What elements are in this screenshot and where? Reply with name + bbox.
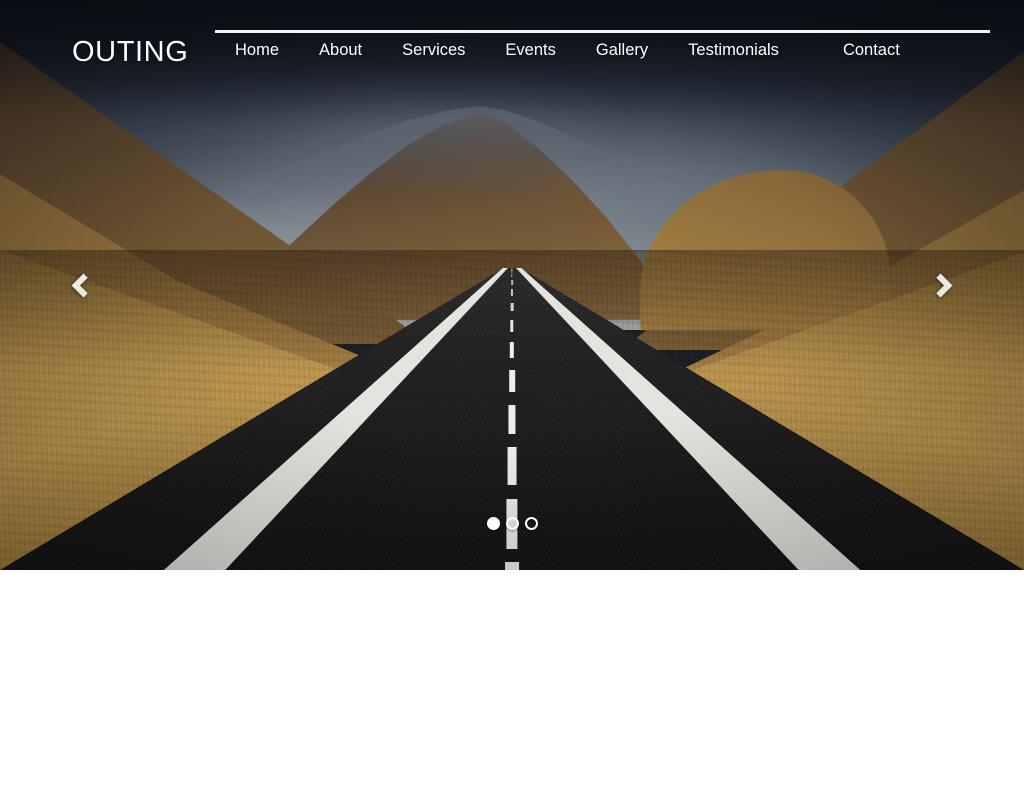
carousel-indicator-2[interactable] xyxy=(505,517,519,530)
nav-item-gallery[interactable]: Gallery xyxy=(575,30,669,59)
carousel-indicator-1[interactable] xyxy=(486,517,500,530)
nav-item-contact[interactable]: Contact xyxy=(822,30,990,59)
primary-navigation: Home About Services Events Gallery Testimonia… xyxy=(215,30,1024,59)
chevron-left-icon xyxy=(71,272,96,298)
site-navbar: OUTING Home About Services Events Gallery Tes… xyxy=(0,0,1024,82)
carousel-next-button[interactable] xyxy=(920,262,966,308)
hero-carousel[interactable] xyxy=(0,0,1024,570)
nav-item-services[interactable]: Services xyxy=(382,30,486,59)
carousel-indicator-3[interactable] xyxy=(524,517,538,530)
nav-item-home[interactable]: Home xyxy=(215,30,300,59)
chevron-right-icon xyxy=(928,272,953,298)
nav-item-events[interactable]: Events xyxy=(485,30,577,59)
carousel-prev-button[interactable] xyxy=(58,262,104,308)
page-content-area xyxy=(0,570,1024,800)
site-logo[interactable]: OUTING xyxy=(72,38,188,67)
nav-item-about[interactable]: About xyxy=(299,30,383,59)
nav-item-testimonials[interactable]: Testimonials xyxy=(668,30,823,59)
carousel-indicators[interactable] xyxy=(0,517,1024,530)
page-root: OUTING Home About Services Events Gallery Tes… xyxy=(0,0,1024,800)
